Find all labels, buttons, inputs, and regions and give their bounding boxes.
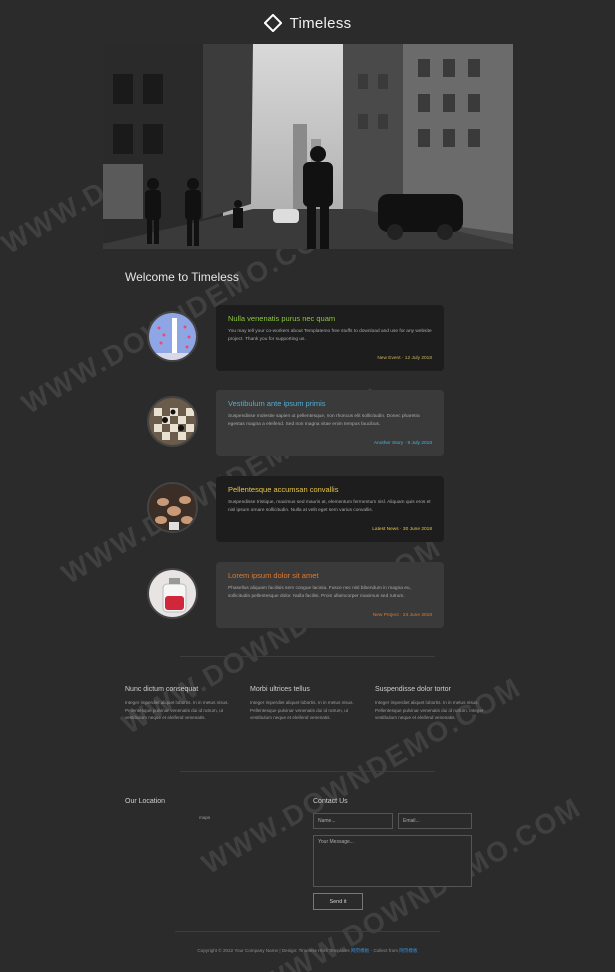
timeline-thumbnail — [147, 482, 198, 533]
maps-placeholder[interactable]: maps — [199, 815, 210, 820]
timeline-thumbnail — [147, 311, 198, 362]
name-field[interactable] — [313, 813, 393, 829]
column-title: Nunc dictum consequat — [125, 686, 199, 693]
section-heading: Welcome to Timeless — [125, 270, 239, 284]
location-title: Our Location — [125, 798, 166, 805]
divider — [180, 656, 435, 657]
divider — [180, 771, 435, 772]
send-button[interactable]: Send it — [313, 893, 363, 910]
footer: Copyright © 2022 Your Company Name | Des… — [0, 948, 615, 954]
contact-title: Contact Us — [313, 798, 348, 805]
column-text: Integer imperdiet aliquet lobortis. In i… — [375, 700, 484, 720]
email-field[interactable] — [398, 813, 472, 829]
card-title[interactable]: Vestibulum ante ipsum primis — [228, 399, 432, 408]
card-title[interactable]: Nulla venenatis purus nec quam — [228, 314, 432, 323]
timeline-item: Vestibulum ante ipsum primis Suspendisse… — [147, 390, 447, 456]
card-meta: Another Story · 9 July 2018 — [373, 441, 432, 446]
message-field[interactable] — [313, 835, 472, 887]
divider — [175, 931, 440, 932]
site-header: Timeless — [0, 10, 615, 36]
diamond-logo-icon[interactable] — [263, 14, 282, 32]
card-title[interactable]: Pellentesque accumsan convallis — [228, 485, 432, 494]
card-meta: Latest News · 30 June 2018 — [372, 527, 432, 532]
footer-link[interactable]: 网页模板 — [399, 948, 417, 953]
card-meta: New Event · 12 July 2018 — [377, 356, 432, 361]
card-text: Phasellus aliquam facilisis sem congue l… — [228, 586, 411, 599]
hero-image — [103, 44, 513, 249]
column-title: Morbi ultrices tellus — [250, 686, 310, 693]
timeline-item: Nulla venenatis purus nec quam You may t… — [147, 305, 447, 371]
timeline-item: Pellentesque accumsan convallis Suspendi… — [147, 476, 447, 542]
footer-link[interactable]: 网页模板 — [351, 948, 369, 953]
footer-separator: · Collect from — [370, 948, 400, 953]
card-text: You may tell your co-workers about Templ… — [228, 329, 432, 342]
timeline-thumbnail — [147, 568, 198, 619]
card-text: Suspendisse tristique, maximus sed mauri… — [228, 500, 431, 513]
site-title[interactable]: Timeless — [290, 15, 352, 32]
timeline-card: Lorem ipsum dolor sit amet Phasellus ali… — [216, 562, 444, 628]
column-text: Integer imperdiet aliquet lobortis. In i… — [250, 700, 354, 720]
copyright-text: Copyright © 2022 Your Company Name | Des… — [197, 948, 350, 953]
info-column: Nunc dictum consequat Integer imperdiet … — [125, 686, 240, 722]
timeline-item: Lorem ipsum dolor sit amet Phasellus ali… — [147, 562, 447, 628]
column-title: Suspendisse dolor tortor — [375, 686, 451, 693]
timeline-thumbnail — [147, 396, 198, 447]
card-title[interactable]: Lorem ipsum dolor sit amet — [228, 571, 432, 580]
timeline-card: Vestibulum ante ipsum primis Suspendisse… — [216, 390, 444, 456]
timeline-card: Pellentesque accumsan convallis Suspendi… — [216, 476, 444, 542]
card-meta: New Project · 24 June 2018 — [372, 613, 432, 618]
column-text: Integer imperdiet aliquet lobortis. In i… — [125, 700, 229, 720]
timeline-card: Nulla venenatis purus nec quam You may t… — [216, 305, 444, 371]
card-text: Suspendisse molestie sapien ut pellentes… — [228, 414, 420, 427]
info-column: Suspendisse dolor tortor Integer imperdi… — [375, 686, 490, 722]
info-column: Morbi ultrices tellus Integer imperdiet … — [250, 686, 365, 722]
